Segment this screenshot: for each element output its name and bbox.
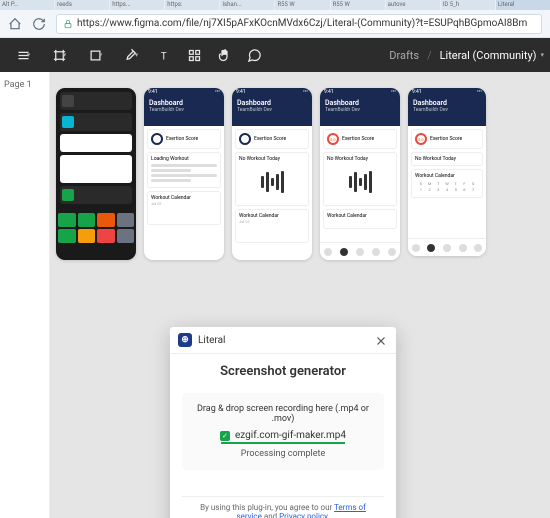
uploaded-filename: ezgif.com-gif-maker.mp4 xyxy=(235,430,346,441)
home-icon[interactable] xyxy=(8,17,22,31)
dropzone-label: Drag & drop screen recording here (.mp4 … xyxy=(191,404,375,424)
browser-tab[interactable]: Literal xyxy=(496,0,550,10)
plugin-logo-icon: ⊕ xyxy=(178,333,192,347)
canvas-frame[interactable] xyxy=(56,88,136,260)
canvas-frame[interactable]: 9:41••• DashboardTeamBuildr Dev Exertion… xyxy=(320,88,400,260)
file-dropzone[interactable]: Drag & drop screen recording here (.mp4 … xyxy=(182,393,384,470)
plugin-name: Literal xyxy=(198,335,225,346)
canvas-frame[interactable]: 9:41••• DashboardTeamBuildr Dev Exertion… xyxy=(232,88,312,260)
frame-label xyxy=(320,78,400,86)
frame-label xyxy=(408,78,486,86)
check-icon: ✓ xyxy=(220,431,230,441)
privacy-link[interactable]: Privacy policy xyxy=(279,512,327,518)
browser-tab[interactable]: R55 W xyxy=(331,0,385,10)
hand-tool-button[interactable] xyxy=(210,41,238,69)
chevron-down-icon: ▾ xyxy=(99,51,103,59)
address-bar: https://www.figma.com/file/nj7XI5pAFxKOc… xyxy=(0,10,550,38)
frame-tool-button[interactable]: ▾ xyxy=(42,41,76,69)
browser-tab[interactable]: Alt P... xyxy=(0,0,54,10)
browser-tab[interactable]: https: xyxy=(165,0,219,10)
figma-toolbar: ▾ ▾ ▾ ▾ T Drafts / Literal (Community) xyxy=(0,38,550,72)
chevron-down-icon: ▾ xyxy=(135,51,139,59)
resources-button[interactable] xyxy=(180,41,208,69)
chevron-down-icon: ▾ xyxy=(27,51,31,59)
svg-text:T: T xyxy=(160,51,166,62)
browser-tab[interactable]: reeds xyxy=(55,0,109,10)
browser-tab[interactable]: https... xyxy=(110,0,164,10)
page-label[interactable]: Page 1 xyxy=(4,80,45,90)
plugin-dialog: ⊕ Literal Screenshot generator Drag & dr… xyxy=(170,327,396,518)
text-tool-button[interactable]: T xyxy=(150,41,178,69)
browser-tab[interactable]: R55 W xyxy=(275,0,329,10)
url-field[interactable]: https://www.figma.com/file/nj7XI5pAFxKOc… xyxy=(56,14,542,34)
browser-tab[interactable]: autove xyxy=(386,0,440,10)
canvas-frame[interactable]: 9:41••• DashboardTeamBuildr Dev Exertion… xyxy=(408,88,486,256)
terms-footer: By using this plug-in, you agree to our … xyxy=(182,496,384,518)
url-text: https://www.figma.com/file/nj7XI5pAFxKOc… xyxy=(77,18,527,29)
frame-label xyxy=(144,78,224,86)
breadcrumb-separator: / xyxy=(427,49,432,62)
frame-label xyxy=(232,78,312,86)
browser-tab[interactable]: Ishan... xyxy=(220,0,274,10)
comment-tool-button[interactable] xyxy=(240,41,268,69)
canvas-frame[interactable]: 9:41••• DashboardTeamBuildr Dev Exertion… xyxy=(144,88,224,260)
breadcrumb-file[interactable]: Literal (Community) xyxy=(440,49,537,62)
browser-tab[interactable]: ID 5_h xyxy=(441,0,495,10)
refresh-icon[interactable] xyxy=(32,17,46,31)
progress-bar xyxy=(221,442,345,444)
breadcrumb: Drafts / Literal (Community) ▾ xyxy=(389,49,544,62)
lock-icon xyxy=(63,19,73,29)
breadcrumb-drafts[interactable]: Drafts xyxy=(389,49,419,62)
chevron-down-icon[interactable]: ▾ xyxy=(540,51,544,59)
processing-status: Processing complete xyxy=(191,449,375,459)
shape-tool-button[interactable]: ▾ xyxy=(78,41,112,69)
browser-tab-strip: Alt P... reeds https... https: Ishan... … xyxy=(0,0,550,10)
left-sidebar: Page 1 xyxy=(0,72,50,518)
dialog-title: Screenshot generator xyxy=(182,364,384,379)
figma-menu-button[interactable]: ▾ xyxy=(6,41,40,69)
chevron-down-icon: ▾ xyxy=(63,51,67,59)
figma-canvas[interactable]: 9:41••• DashboardTeamBuildr Dev Exertion… xyxy=(50,72,550,518)
pen-tool-button[interactable]: ▾ xyxy=(114,41,148,69)
frame-label xyxy=(56,78,136,86)
close-button[interactable] xyxy=(374,333,388,347)
